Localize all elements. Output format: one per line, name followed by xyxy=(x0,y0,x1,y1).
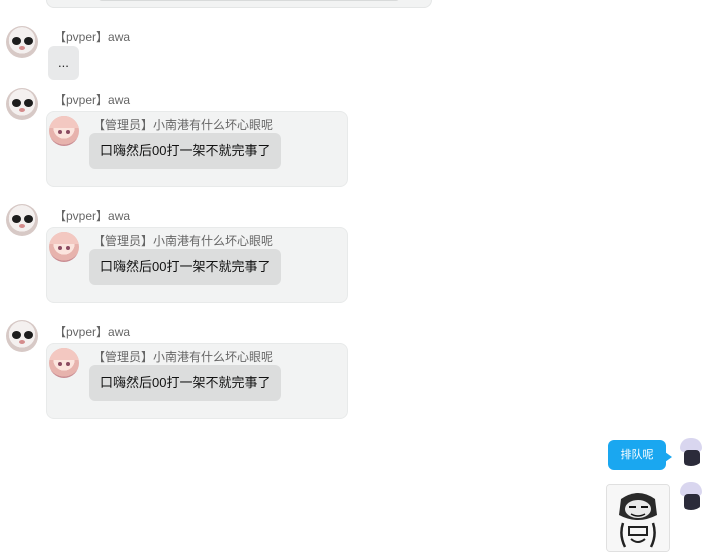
quoted-avatar xyxy=(49,348,79,378)
self-avatar[interactable] xyxy=(676,480,706,510)
self-avatar[interactable] xyxy=(676,436,706,466)
quoted-message[interactable]: 【管理员】小南港有什么坏心眼呢 口嗨然后00打一架不就完事了 xyxy=(46,343,348,419)
avatar[interactable] xyxy=(6,320,38,352)
quoted-sender-name: 【管理员】小南港有什么坏心眼呢 xyxy=(93,118,274,132)
quoted-avatar xyxy=(49,116,79,146)
previous-message-content xyxy=(99,0,399,1)
previous-message-bubble xyxy=(46,0,432,8)
quoted-sender-name: 【管理员】小南港有什么坏心眼呢 xyxy=(93,234,274,248)
quoted-text: 口嗨然后00打一架不就完事了 xyxy=(89,133,282,169)
self-bubble-tail xyxy=(665,452,672,462)
quoted-message[interactable]: 【管理员】小南港有什么坏心眼呢 口嗨然后00打一架不就完事了 xyxy=(46,227,348,303)
message-bubble[interactable]: ... xyxy=(48,46,79,80)
sender-name: 【pvper】awa xyxy=(54,209,131,223)
avatar[interactable] xyxy=(6,204,38,236)
quoted-avatar xyxy=(49,232,79,262)
quoted-text: 口嗨然后00打一架不就完事了 xyxy=(89,249,282,285)
sender-name: 【pvper】awa xyxy=(54,30,131,44)
avatar[interactable] xyxy=(6,26,38,58)
quoted-sender-name: 【管理员】小南港有什么坏心眼呢 xyxy=(93,350,274,364)
quoted-text: 口嗨然后00打一架不就完事了 xyxy=(89,365,282,401)
self-message-bubble[interactable]: 排队呢 xyxy=(608,440,666,470)
meme-sticker-icon[interactable] xyxy=(606,484,670,552)
sender-name: 【pvper】awa xyxy=(54,93,131,107)
sender-name: 【pvper】awa xyxy=(54,325,131,339)
avatar[interactable] xyxy=(6,88,38,120)
quoted-message[interactable]: 【管理员】小南港有什么坏心眼呢 口嗨然后00打一架不就完事了 xyxy=(46,111,348,187)
